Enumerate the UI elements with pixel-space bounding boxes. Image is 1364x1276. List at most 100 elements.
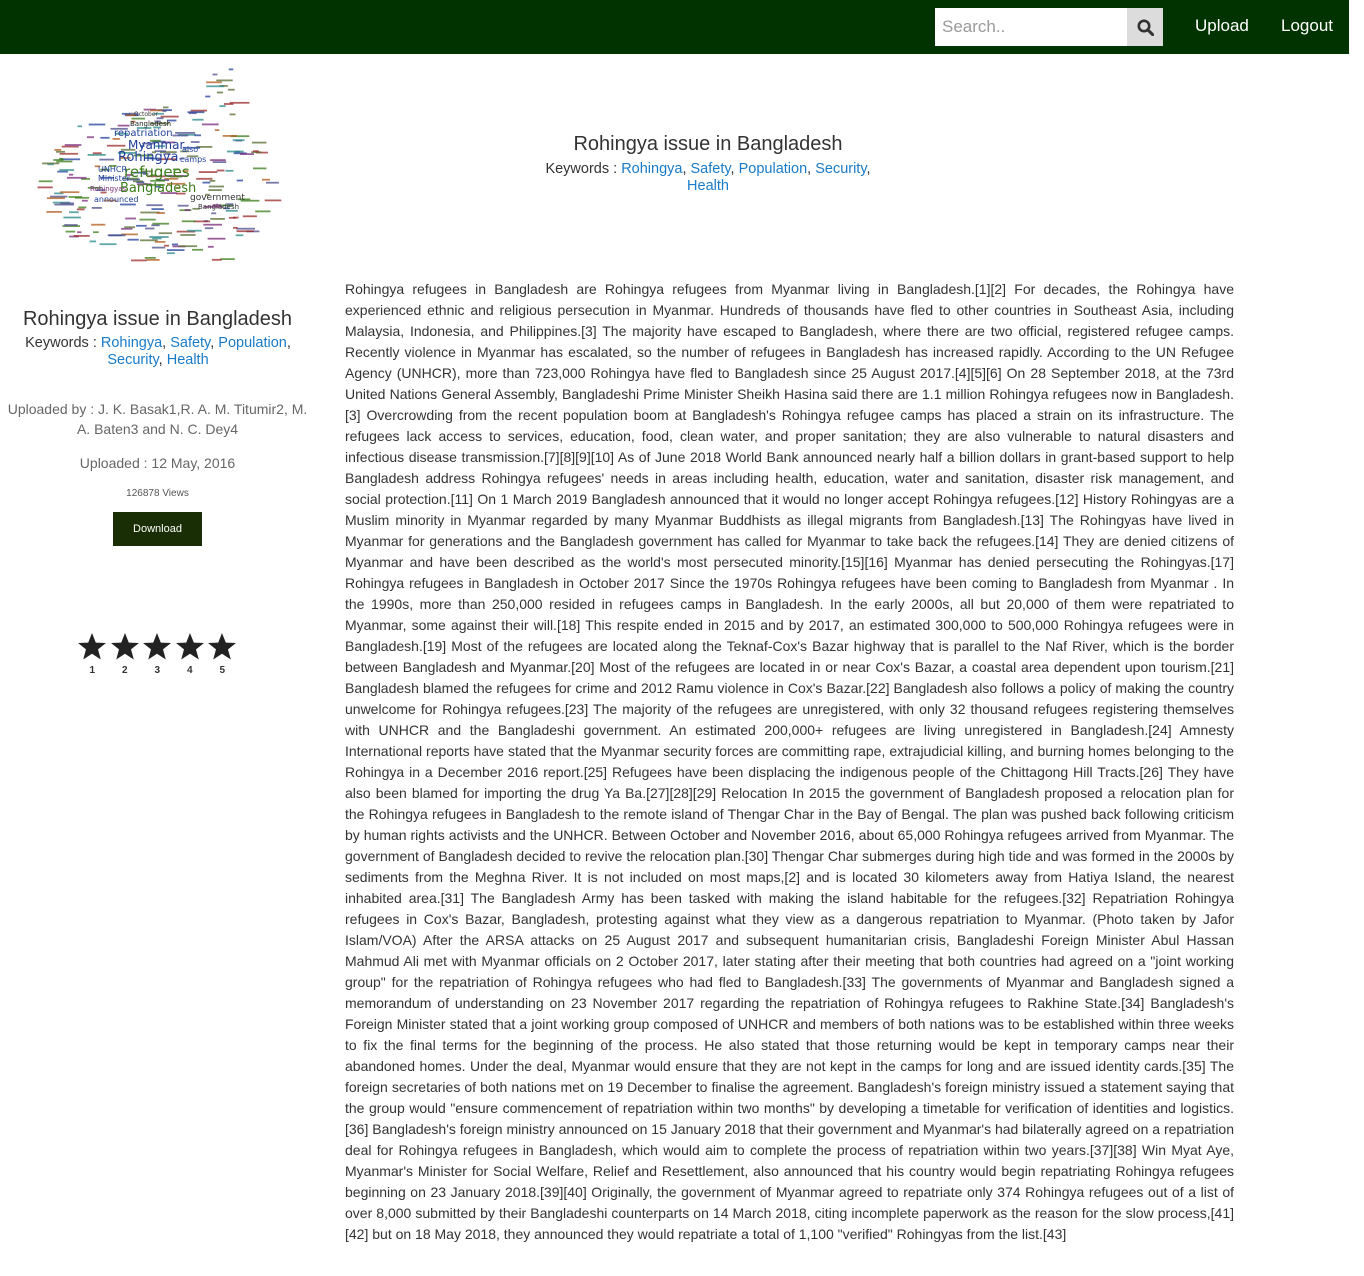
word-cloud-texture xyxy=(167,249,185,251)
word-cloud-texture xyxy=(229,101,250,104)
rating-star-3[interactable]: 3 xyxy=(141,632,174,676)
star-icon xyxy=(175,633,204,660)
uploaded-by-label: Uploaded by : xyxy=(7,401,98,417)
word-cloud-texture xyxy=(100,136,110,139)
keyword-link[interactable]: Security xyxy=(815,161,866,177)
word-cloud-texture xyxy=(163,106,169,109)
word-cloud-texture xyxy=(190,109,207,112)
rating-star-1[interactable]: 1 xyxy=(76,632,109,676)
keyword-link[interactable]: Rohingya xyxy=(621,161,682,177)
keyword-link[interactable]: Safety xyxy=(170,335,210,351)
star-rating: 1 2 3 4 5 xyxy=(76,632,239,676)
word-cloud-word: UNHCR xyxy=(98,165,127,174)
word-cloud-texture xyxy=(233,216,239,219)
rating-star-5[interactable]: 5 xyxy=(206,632,239,676)
word-cloud-texture xyxy=(240,153,254,155)
word-cloud-texture xyxy=(205,95,211,98)
word-cloud-texture xyxy=(180,234,196,236)
word-cloud-texture xyxy=(63,216,81,219)
word-cloud-texture xyxy=(229,113,236,116)
keyword-link[interactable]: Security xyxy=(107,352,158,368)
word-cloud-texture xyxy=(233,226,238,229)
word-cloud-texture xyxy=(216,91,223,94)
word-cloud-texture xyxy=(66,176,87,179)
keyword-link[interactable]: Rohingya xyxy=(101,335,162,351)
word-cloud-texture xyxy=(50,195,68,198)
rating-number: 4 xyxy=(186,665,193,676)
word-cloud-texture xyxy=(210,159,226,161)
word-cloud-texture xyxy=(207,237,226,240)
search-input[interactable] xyxy=(935,8,1127,46)
word-cloud-texture xyxy=(160,115,179,118)
word-cloud-texture xyxy=(77,125,82,128)
word-cloud-texture xyxy=(166,252,175,255)
word-cloud-texture xyxy=(124,226,136,229)
word-cloud-texture xyxy=(152,237,162,240)
word-cloud-texture xyxy=(210,218,225,220)
word-cloud-word: Bangladesh xyxy=(120,181,196,196)
word-cloud-word: October xyxy=(134,111,159,118)
word-cloud-texture xyxy=(203,223,222,226)
article-body: Rohingya refugees in Bangladesh are Rohi… xyxy=(345,281,1234,1242)
word-cloud-texture xyxy=(59,191,80,194)
uploaded-by-authors: J. K. Basak1,R. A. M. Titumir2, M. A. Ba… xyxy=(76,401,308,437)
word-cloud-texture xyxy=(59,169,74,171)
download-button[interactable]: Download xyxy=(113,512,202,546)
word-cloud-texture xyxy=(42,162,60,165)
rating-star-2[interactable]: 2 xyxy=(109,632,142,676)
word-cloud-texture xyxy=(204,227,214,230)
word-cloud-texture xyxy=(255,210,271,213)
word-cloud-texture xyxy=(242,215,257,218)
word-cloud-texture xyxy=(77,231,82,234)
search-button[interactable] xyxy=(1127,8,1163,46)
word-cloud-texture xyxy=(222,135,237,137)
word-cloud-texture xyxy=(156,212,165,214)
word-cloud-texture xyxy=(206,85,224,88)
word-cloud-texture xyxy=(125,217,136,220)
word-cloud-texture xyxy=(74,196,90,199)
word-cloud-texture xyxy=(266,181,279,184)
logout-link[interactable]: Logout xyxy=(1281,16,1333,36)
word-cloud-texture xyxy=(81,199,88,202)
word-cloud-texture xyxy=(192,118,204,121)
word-cloud-texture xyxy=(64,144,82,146)
word-cloud-texture xyxy=(253,167,267,170)
keyword-link[interactable]: Population xyxy=(739,161,808,177)
word-cloud-texture xyxy=(140,211,160,214)
word-cloud-texture xyxy=(187,229,202,232)
upload-link[interactable]: Upload xyxy=(1195,16,1249,36)
word-cloud-texture xyxy=(236,227,255,230)
keywords-label: Keywords : xyxy=(25,335,101,351)
word-cloud-texture xyxy=(136,224,147,227)
word-cloud-texture xyxy=(220,258,235,260)
keyword-link[interactable]: Health xyxy=(167,352,209,368)
word-cloud-texture xyxy=(190,141,200,143)
word-cloud-texture xyxy=(164,244,169,247)
word-cloud-texture xyxy=(76,208,85,211)
word-cloud-word: announced xyxy=(94,195,138,204)
word-cloud-texture xyxy=(181,220,196,223)
word-cloud-word: Rohingyas xyxy=(90,185,127,193)
word-cloud-texture xyxy=(46,197,65,200)
rating-number: 1 xyxy=(89,665,96,676)
rating-star-4[interactable]: 4 xyxy=(174,632,207,676)
word-cloud-texture xyxy=(187,111,205,114)
word-cloud-texture xyxy=(251,141,267,144)
keyword-link[interactable]: Population xyxy=(218,335,287,351)
word-cloud-texture xyxy=(121,227,133,230)
keyword-link[interactable]: Health xyxy=(687,178,729,194)
keyword-link[interactable]: Safety xyxy=(691,161,731,177)
word-cloud-texture xyxy=(69,173,74,176)
word-cloud-word: Bangladesh xyxy=(198,203,239,211)
word-cloud-texture xyxy=(216,79,233,82)
word-cloud-texture xyxy=(214,129,220,131)
word-cloud-texture xyxy=(192,248,203,251)
word-cloud-texture xyxy=(216,169,225,172)
word-cloud-texture xyxy=(177,204,189,207)
word-cloud-texture xyxy=(194,134,201,137)
word-cloud-texture xyxy=(171,243,179,246)
magnifier-icon xyxy=(1137,19,1154,36)
word-cloud-texture xyxy=(208,189,222,191)
word-cloud-texture xyxy=(57,170,68,173)
word-cloud-texture xyxy=(91,207,102,209)
